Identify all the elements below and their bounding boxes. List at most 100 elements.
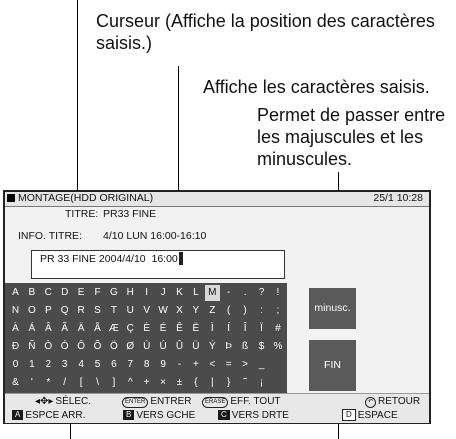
case-toggle-button[interactable]: minusc.	[309, 288, 356, 329]
keyboard-key[interactable]: S	[90, 303, 105, 319]
keyboard-key[interactable]: Å	[90, 321, 105, 337]
keyboard-key[interactable]: À	[8, 321, 23, 337]
keyboard-key[interactable]: ^	[123, 375, 138, 391]
keyboard-key[interactable]: ]	[106, 375, 121, 391]
keyboard-key[interactable]: J	[156, 285, 171, 301]
keyboard-key[interactable]: 9	[156, 357, 171, 373]
keyboard-key[interactable]: É	[156, 321, 171, 337]
keyboard-key[interactable]: Ý	[205, 339, 220, 355]
keyboard-key[interactable]: Ë	[188, 321, 203, 337]
keyboard-key[interactable]: $	[254, 339, 269, 355]
keyboard-key[interactable]: 7	[123, 357, 138, 373]
keyboard-key[interactable]: #	[270, 321, 285, 337]
keyboard-key[interactable]: X	[172, 303, 187, 319]
keyboard-key[interactable]: {	[188, 375, 203, 391]
keyboard-key[interactable]: Û	[172, 339, 187, 355]
keyboard-key[interactable]: 1	[24, 357, 39, 373]
keyboard-key[interactable]: Ê	[172, 321, 187, 337]
keyboard-key[interactable]: Ò	[41, 339, 56, 355]
keyboard-key[interactable]: F	[90, 285, 105, 301]
keyboard-key[interactable]: _	[254, 357, 269, 373]
keyboard-key[interactable]: Ñ	[24, 339, 39, 355]
keyboard-key[interactable]: =	[221, 357, 236, 373]
keyboard-key[interactable]: 0	[8, 357, 23, 373]
keyboard-key[interactable]: |	[205, 375, 220, 391]
keyboard-key[interactable]: -	[221, 285, 236, 301]
keyboard-key[interactable]: I	[139, 285, 154, 301]
keyboard-key[interactable]: Ö	[106, 339, 121, 355]
keyboard-key[interactable]: +	[139, 375, 154, 391]
keyboard-key[interactable]: +	[188, 357, 203, 373]
keyboard-key[interactable]: ß	[238, 339, 253, 355]
keyboard-key[interactable]: Ú	[156, 339, 171, 355]
keyboard-key[interactable]: Y	[188, 303, 203, 319]
keyboard-key[interactable]: B	[24, 285, 39, 301]
keyboard-key[interactable]: O	[24, 303, 39, 319]
keyboard-key[interactable]: L	[188, 285, 203, 301]
keyboard-key[interactable]: Î	[238, 321, 253, 337]
keyboard-key[interactable]: D	[57, 285, 72, 301]
keyboard-key[interactable]: ˜	[238, 375, 253, 391]
keyboard-key[interactable]: Õ	[90, 339, 105, 355]
keyboard-key[interactable]: [	[74, 375, 89, 391]
keyboard-key[interactable]: N	[8, 303, 23, 319]
keyboard-key[interactable]: Ô	[74, 339, 89, 355]
keyboard-key[interactable]: Í	[221, 321, 236, 337]
keyboard-key[interactable]: 3	[57, 357, 72, 373]
keyboard-key[interactable]: \	[90, 375, 105, 391]
keyboard-key[interactable]: Ä	[74, 321, 89, 337]
keyboard-key[interactable]: !	[270, 285, 285, 301]
keyboard-key[interactable]: Ï	[254, 321, 269, 337]
keyboard-key[interactable]: /	[57, 375, 72, 391]
keyboard-key[interactable]: 6	[106, 357, 121, 373]
keyboard-key[interactable]: È	[139, 321, 154, 337]
keyboard-key[interactable]: ¡	[254, 375, 269, 391]
keyboard-key[interactable]: Â	[41, 321, 56, 337]
keyboard-key[interactable]: Á	[24, 321, 39, 337]
keyboard-key[interactable]: *	[41, 375, 56, 391]
keyboard-key[interactable]: ?	[254, 285, 269, 301]
keyboard-key[interactable]: Ù	[139, 339, 154, 355]
keyboard-key[interactable]: '	[24, 375, 39, 391]
keyboard-key[interactable]: 8	[139, 357, 154, 373]
keyboard-key[interactable]: Ð	[8, 339, 23, 355]
keyboard-key[interactable]: (	[221, 303, 236, 319]
keyboard-key[interactable]: P	[41, 303, 56, 319]
keyboard-key[interactable]: %	[270, 339, 285, 355]
keyboard-key[interactable]: T	[106, 303, 121, 319]
title-input-box[interactable]: PR 33 FINE 2004/4/10 16:00	[31, 250, 285, 279]
keyboard-key[interactable]: Ó	[57, 339, 72, 355]
keyboard-key[interactable]: A	[8, 285, 23, 301]
keyboard-key[interactable]: Ì	[205, 321, 220, 337]
keyboard-key[interactable]: Ø	[123, 339, 138, 355]
keyboard-key[interactable]: E	[74, 285, 89, 301]
keyboard-key[interactable]: U	[123, 303, 138, 319]
keyboard-key[interactable]: Æ	[106, 321, 121, 337]
keyboard-key[interactable]: }	[221, 375, 236, 391]
keyboard-key[interactable]: ;	[270, 303, 285, 319]
keyboard-key[interactable]: 2	[41, 357, 56, 373]
keyboard-key[interactable]: M	[204, 285, 220, 301]
keyboard-key[interactable]: 4	[74, 357, 89, 373]
keyboard-key[interactable]: Ã	[57, 321, 72, 337]
keyboard-key[interactable]: Þ	[221, 339, 236, 355]
keyboard-key[interactable]: &	[8, 375, 23, 391]
keyboard-key[interactable]: >	[238, 357, 253, 373]
keyboard-key[interactable]: W	[156, 303, 171, 319]
keyboard-key[interactable]: -	[172, 357, 187, 373]
keyboard-key[interactable]: R	[74, 303, 89, 319]
end-button[interactable]: FIN	[309, 340, 356, 391]
keyboard-key[interactable]: <	[205, 357, 220, 373]
keyboard-key[interactable]: V	[139, 303, 154, 319]
keyboard-key[interactable]: )	[238, 303, 253, 319]
keyboard-key[interactable]: Q	[57, 303, 72, 319]
keyboard-key[interactable]: ×	[156, 375, 171, 391]
keyboard-key[interactable]: K	[172, 285, 187, 301]
keyboard-key[interactable]: ±	[172, 375, 187, 391]
keyboard-key[interactable]: Z	[205, 303, 220, 319]
keyboard-key[interactable]: G	[106, 285, 121, 301]
keyboard-key[interactable]: H	[123, 285, 138, 301]
keyboard-key[interactable]: 5	[90, 357, 105, 373]
keyboard-key[interactable]: Ü	[188, 339, 203, 355]
keyboard-key[interactable]: .	[238, 285, 253, 301]
